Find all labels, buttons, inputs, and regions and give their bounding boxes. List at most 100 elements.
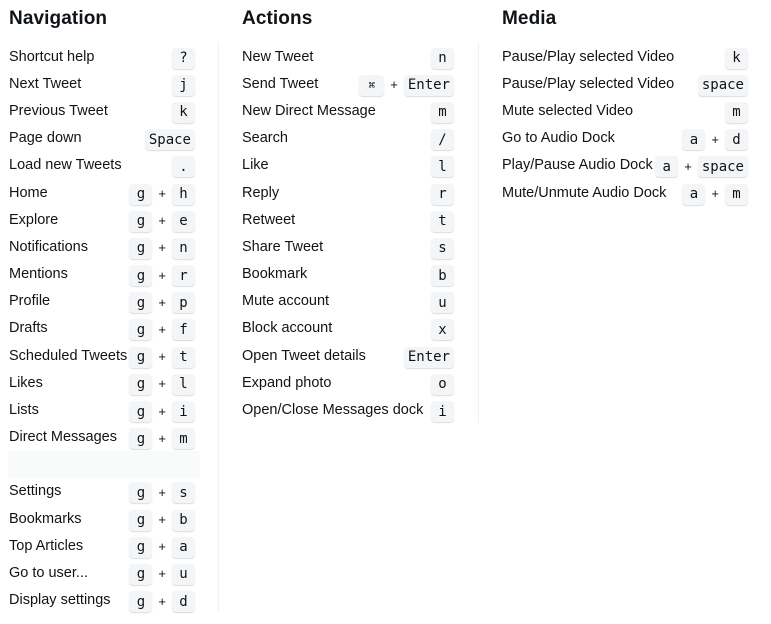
shortcut-label: Mute/Unmute Audio Dock: [502, 184, 667, 201]
keycap: a: [655, 156, 679, 178]
key-separator: +: [158, 321, 166, 337]
shortcut-label: Home: [9, 184, 48, 201]
key-separator: +: [390, 77, 398, 93]
key-separator: +: [711, 131, 719, 147]
shortcut-label: Settings: [9, 483, 62, 500]
media-column: Media Pause/Play selected Video k Pause/Pl…: [502, 0, 748, 206]
keycap: j: [172, 74, 195, 96]
key-combination: a + m: [682, 181, 748, 205]
shortcut-label: Load new Tweets: [9, 157, 122, 174]
keycap: g: [129, 210, 153, 232]
key-separator: +: [158, 376, 166, 392]
shortcut-row: Send Tweet ⌘ + Enter: [242, 70, 454, 97]
shortcut-label: Open Tweet details: [242, 347, 366, 364]
keycap: g: [129, 509, 153, 531]
key-combination: g + m: [129, 425, 195, 450]
key-combination: b: [431, 262, 454, 287]
shortcut-row: Reply r: [242, 179, 454, 206]
shortcut-row: Mentions g + r: [9, 261, 195, 288]
keycap: g: [129, 591, 153, 613]
shortcut-label: Previous Tweet: [9, 102, 108, 119]
keycap: b: [172, 509, 195, 531]
keycap: g: [129, 346, 153, 368]
keycap: r: [431, 183, 454, 205]
key-separator: +: [711, 186, 719, 202]
keycap: g: [129, 292, 153, 314]
key-combination: g + a: [129, 534, 195, 558]
keycap: g: [129, 265, 153, 287]
keycap: k: [725, 47, 748, 69]
key-combination: Enter: [403, 344, 454, 368]
keycap: Enter: [403, 74, 454, 96]
shortcut-label: Share Tweet: [242, 238, 324, 255]
shortcut-row: Open Tweet details Enter: [242, 342, 454, 369]
keycap: o: [431, 373, 454, 395]
shortcut-row: Like l: [242, 152, 454, 179]
key-combination: ?: [172, 45, 195, 69]
key-combination: g + i: [129, 398, 195, 423]
keycap: k: [172, 101, 195, 123]
shortcut-label: Mentions: [9, 266, 68, 283]
shortcut-label: Pause/Play selected Video: [502, 48, 675, 65]
shortcut-label: Mute selected Video: [502, 102, 634, 119]
keycap: t: [172, 346, 195, 368]
key-separator: +: [158, 484, 166, 500]
keycap: l: [172, 373, 195, 395]
shortcut-label: Drafts: [9, 320, 48, 337]
shortcut-row: Likes g + l: [9, 369, 195, 396]
shortcut-label: Likes: [9, 374, 43, 391]
keycap: g: [129, 237, 153, 259]
shortcut-row: Drafts g + f: [9, 315, 195, 342]
shortcut-label: Top Articles: [9, 537, 84, 554]
keycap: a: [682, 129, 706, 151]
keycap: g: [129, 428, 153, 450]
key-combination: g + r: [129, 262, 195, 287]
keycap: g: [129, 482, 153, 504]
shortcut-row: Open/Close Messages dock i: [242, 396, 454, 423]
shortcut-label: Bookmarks: [9, 510, 82, 527]
navigation-column: Navigation Shortcut help? Next Tweet j Prev…: [8, 0, 200, 614]
key-combination: j: [172, 72, 195, 96]
shortcut-label: Block account: [242, 320, 333, 337]
shortcut-label: Next Tweet: [9, 75, 82, 92]
keycap: m: [725, 183, 748, 205]
keycap: g: [129, 563, 153, 585]
shortcut-label: Mute account: [242, 293, 330, 310]
shortcut-row: Expand photo o: [242, 369, 454, 396]
shortcut-label: New Direct Message: [242, 102, 376, 119]
keycap: .: [172, 156, 195, 178]
shortcut-row: Bookmarks g + b: [9, 505, 195, 532]
key-combination: /: [431, 126, 454, 151]
keycap: l: [431, 156, 454, 178]
shortcut-row: Search /: [242, 125, 454, 152]
shortcut-label: Scheduled Tweets: [9, 347, 128, 364]
keycap: ?: [172, 47, 195, 69]
key-combination: g + e: [129, 208, 195, 232]
keycap: Space: [144, 129, 195, 151]
keycap: n: [431, 47, 454, 69]
keycap: i: [431, 401, 454, 423]
key-combination: k: [172, 99, 195, 123]
key-separator: +: [158, 267, 166, 283]
shortcut-row: Notifications g + n: [9, 233, 195, 260]
keycap: g: [129, 536, 153, 558]
key-combination: a + space: [655, 153, 748, 178]
keycap: f: [172, 319, 195, 341]
shortcut-label: Display settings: [9, 592, 111, 609]
key-combination: a + d: [682, 126, 748, 151]
shortcut-row: Play/Pause Audio Dock a + space: [502, 152, 748, 179]
shortcut-row: Top Articles g + a: [9, 532, 195, 559]
shortcut-row: Retweet t: [242, 206, 454, 233]
key-combination: Space: [144, 126, 195, 151]
key-separator: +: [158, 539, 166, 555]
key-combination: g + d: [129, 588, 195, 613]
shortcut-row: Profile g + p: [9, 288, 195, 315]
shortcut-label: Play/Pause Audio Dock: [502, 157, 653, 174]
key-separator: +: [158, 512, 166, 528]
key-combination: g + l: [129, 371, 195, 395]
shortcut-row: Home g + h: [9, 179, 195, 206]
shortcut-row: Go to Audio Dock a + d: [502, 125, 748, 152]
key-combination: t: [431, 208, 454, 232]
key-combination: g + f: [129, 316, 195, 341]
actions-title: Actions: [242, 8, 313, 29]
